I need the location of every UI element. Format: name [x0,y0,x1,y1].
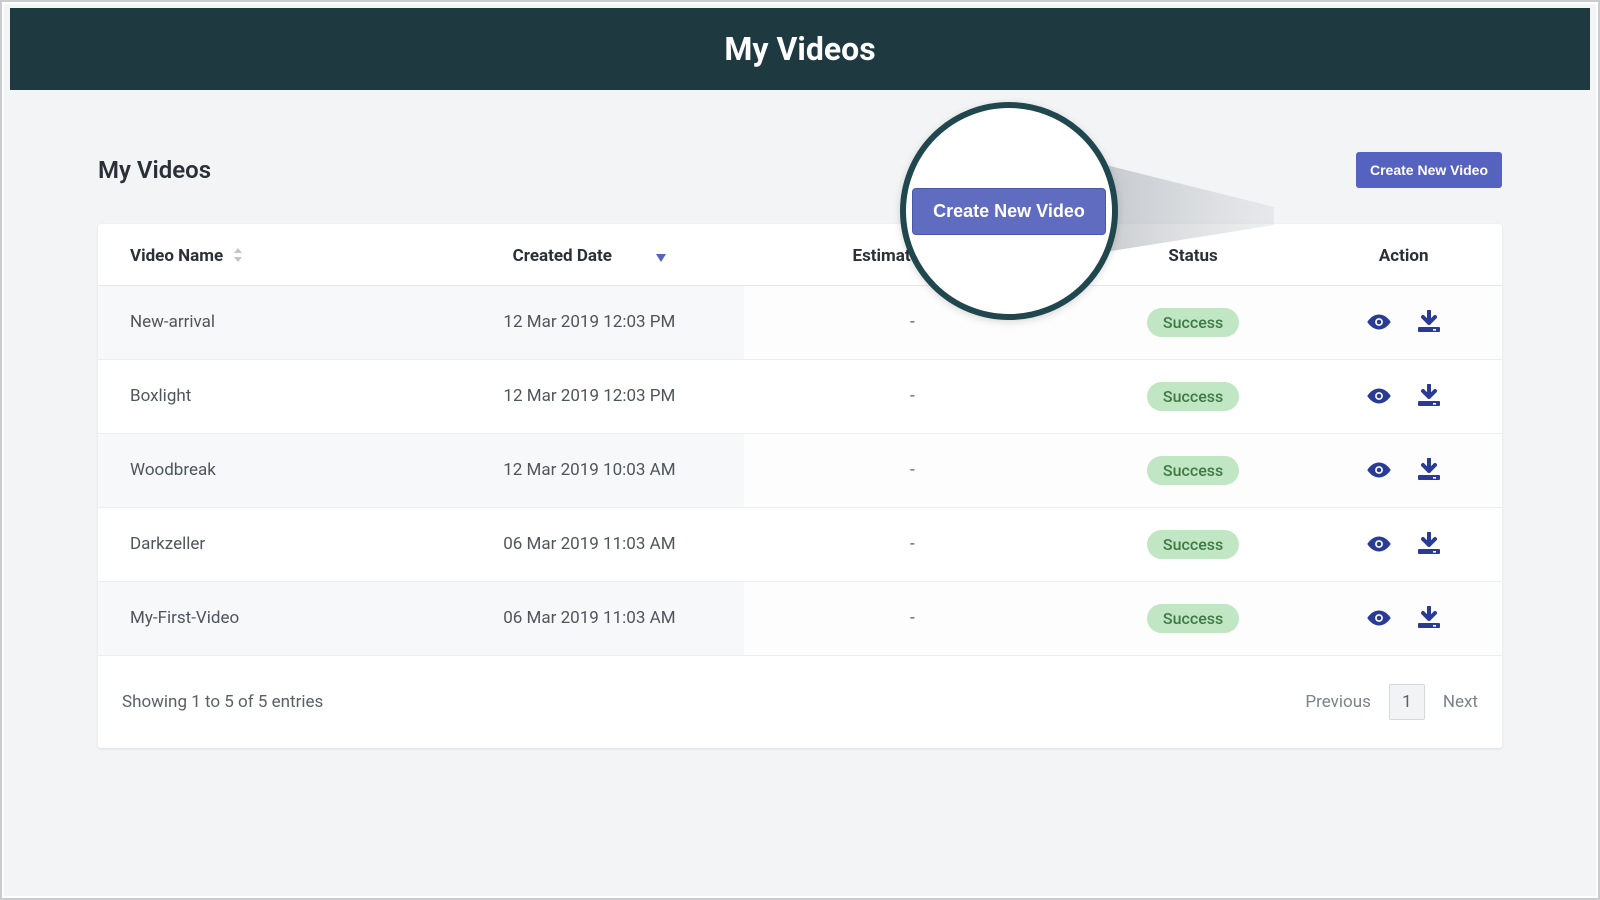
view-icon[interactable] [1365,532,1393,556]
status-badge: Success [1147,456,1239,485]
sort-desc-icon [656,247,666,267]
table-row: New-arrival12 Mar 2019 12:03 PM-Success [98,285,1502,359]
page-header: My Videos [10,8,1590,90]
download-icon[interactable] [1415,310,1443,334]
cell-created-date: 12 Mar 2019 10:03 AM [435,433,744,507]
cell-estimated-time: - [744,359,1081,433]
section-title: My Videos [98,156,211,184]
next-link[interactable]: Next [1443,692,1478,712]
videos-card: Video Name Created Date Es [98,224,1502,748]
view-icon[interactable] [1365,384,1393,408]
cell-video-name: Woodbreak [98,433,435,507]
table-row: Darkzeller06 Mar 2019 11:03 AM- Success [98,507,1502,581]
status-badge: Success [1147,604,1239,633]
download-icon[interactable] [1415,458,1443,482]
cell-action [1305,507,1502,581]
table-row: My-First-Video06 Mar 2019 11:03 AM- Succe… [98,581,1502,655]
col-action: Action [1305,224,1502,285]
cell-status: Success [1081,507,1306,581]
page-number-current[interactable]: 1 [1389,684,1425,720]
col-created-date[interactable]: Created Date [435,224,744,285]
col-video-name-label: Video Name [130,246,223,266]
magnifier-circle: Create New Video [900,102,1118,320]
sort-both-icon [233,247,243,267]
cell-estimated-time: - [744,581,1081,655]
videos-table: Video Name Created Date Es [98,224,1502,656]
cell-created-date: 12 Mar 2019 12:03 PM [435,359,744,433]
col-created-date-label: Created Date [513,246,612,266]
create-new-video-button[interactable]: Create New Video [1356,152,1502,188]
cell-status: Success [1081,359,1306,433]
cell-video-name: Darkzeller [98,507,435,581]
table-row: Boxlight12 Mar 2019 12:03 PM- Success [98,359,1502,433]
cell-video-name: Boxlight [98,359,435,433]
cell-created-date: 06 Mar 2019 11:03 AM [435,507,744,581]
table-row: Woodbreak12 Mar 2019 10:03 AM- Success [98,433,1502,507]
status-badge: Success [1147,308,1239,337]
magnifier-callout: Create New Video [900,102,1118,320]
download-icon[interactable] [1415,384,1443,408]
cell-video-name: New-arrival [98,285,435,359]
download-icon[interactable] [1415,606,1443,630]
download-icon[interactable] [1415,532,1443,556]
view-icon[interactable] [1365,458,1393,482]
col-action-label: Action [1379,246,1429,266]
cell-estimated-time: - [744,507,1081,581]
cell-video-name: My-First-Video [98,581,435,655]
cell-action [1305,433,1502,507]
cell-status: Success [1081,581,1306,655]
cell-action [1305,581,1502,655]
view-icon[interactable] [1365,310,1393,334]
cell-estimated-time: - [744,433,1081,507]
status-badge: Success [1147,382,1239,411]
status-badge: Success [1147,530,1239,559]
view-icon[interactable] [1365,606,1393,630]
col-video-name[interactable]: Video Name [98,224,435,285]
cell-created-date: 06 Mar 2019 11:03 AM [435,581,744,655]
pagination: Previous 1 Next [1305,684,1478,720]
cell-created-date: 12 Mar 2019 12:03 PM [435,285,744,359]
previous-link[interactable]: Previous [1305,692,1370,712]
cell-action [1305,359,1502,433]
create-new-video-button-zoom[interactable]: Create New Video [912,188,1106,235]
cell-status: Success [1081,433,1306,507]
page-title: My Videos [724,30,875,68]
entries-info: Showing 1 to 5 of 5 entries [122,692,323,712]
cell-action [1305,285,1502,359]
